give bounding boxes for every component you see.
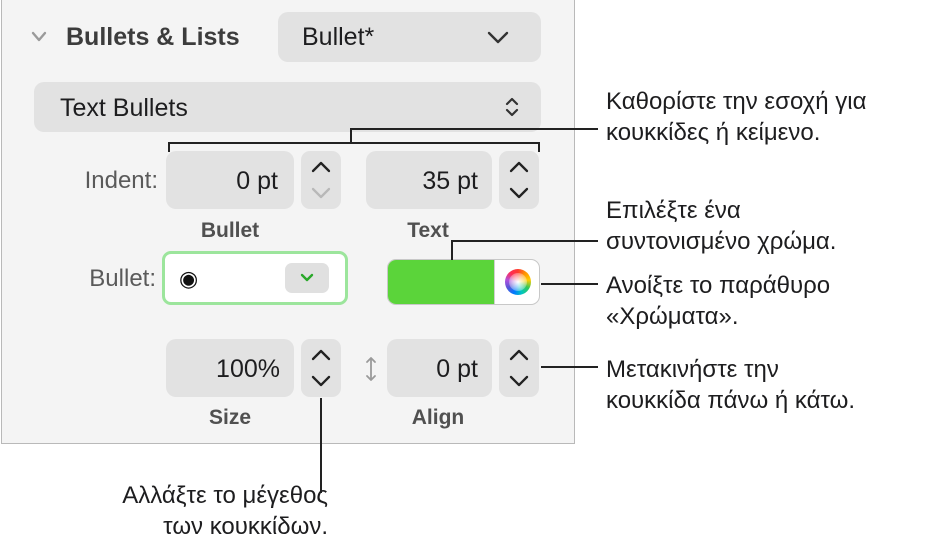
indent-bracket	[168, 142, 540, 144]
size-callout-line2: των κουκκίδων.	[163, 513, 328, 540]
bullet-size-value: 100%	[216, 355, 280, 383]
bullet-type-popup[interactable]: Text Bullets	[34, 82, 541, 132]
divider	[494, 260, 495, 304]
bullet-size-caption: Size	[208, 406, 252, 429]
list-style-popup[interactable]: Bullet*	[278, 12, 541, 62]
align-callout: Μετακινήστε την κουκκίδα πάνω ή κάτω.	[606, 354, 855, 416]
vertical-arrows-icon	[366, 357, 376, 381]
bullet-indent-value: 0 pt	[236, 167, 278, 195]
indent-callout-line2: κουκκίδες ή κείμενο.	[606, 119, 821, 146]
indent-label: Indent:	[84, 167, 158, 194]
size-callout-line1: Αλλάξτε το μέγεθος	[122, 482, 328, 509]
text-indent-stepper[interactable]	[499, 151, 539, 209]
wheel-callout: Ανοίξτε το παράθυρο «Χρώματα».	[606, 270, 830, 332]
text-indent-field[interactable]: 35 pt	[366, 151, 492, 209]
wheel-callout-line2: «Χρώματα».	[606, 303, 739, 330]
bullet-type-value: Text Bullets	[60, 94, 188, 122]
color-callout-line1: Επιλέξτε ένα	[606, 197, 741, 224]
align-callout-line1: Μετακινήστε την	[606, 356, 779, 383]
indent-bracket-left	[168, 142, 170, 152]
bullet-align-value: 0 pt	[436, 355, 478, 383]
color-callout-stem	[451, 240, 453, 260]
indent-bracket-right	[538, 142, 540, 152]
bullet-align-field[interactable]: 0 pt	[387, 339, 492, 397]
section-title: Bullets & Lists	[66, 23, 240, 51]
color-control	[387, 259, 540, 305]
color-callout-line	[451, 240, 598, 242]
stepper-arrows-icon	[311, 161, 331, 199]
color-callout: Επιλέξτε ένα συντονισμένο χρώμα.	[606, 195, 836, 257]
chevron-down-icon	[300, 273, 314, 282]
color-swatch[interactable]	[388, 260, 494, 304]
bullet-label: Bullet:	[89, 265, 156, 292]
stepper-arrows-icon	[509, 349, 529, 387]
text-indent-value: 35 pt	[422, 167, 478, 195]
bullet-align-stepper[interactable]	[499, 339, 539, 397]
bullet-glyph-menu-button[interactable]	[285, 263, 329, 293]
color-wheel-icon[interactable]	[505, 269, 531, 295]
indent-bracket-stem	[350, 128, 352, 143]
align-callout-line2: κουκκίδα πάνω ή κάτω.	[606, 387, 856, 414]
wheel-callout-line1: Ανοίξτε το παράθυρο	[606, 272, 831, 299]
indent-callout-line	[350, 128, 598, 130]
bullet-glyph: ◉	[179, 266, 199, 291]
bullet-indent-caption: Bullet	[200, 219, 260, 242]
bullet-size-stepper[interactable]	[301, 339, 341, 397]
size-callout-line	[320, 398, 322, 493]
bullet-indent-stepper[interactable]	[301, 151, 341, 209]
bullet-align-caption: Align	[411, 406, 465, 429]
bullet-glyph-field[interactable]: ◉	[162, 251, 348, 305]
indent-callout-line1: Καθορίστε την εσοχή για	[606, 88, 867, 115]
indent-callout: Καθορίστε την εσοχή για κουκκίδες ή κείμ…	[606, 86, 866, 148]
size-callout: Αλλάξτε το μέγεθος των κουκκίδων.	[40, 480, 328, 542]
up-down-chevron-icon	[505, 97, 519, 117]
stepper-arrows-icon	[509, 161, 529, 199]
bullet-indent-field[interactable]: 0 pt	[166, 151, 294, 209]
list-style-value: Bullet*	[302, 23, 375, 51]
chevron-down-icon	[487, 31, 509, 44]
wheel-callout-line	[541, 283, 598, 285]
align-callout-line	[541, 366, 598, 368]
stepper-arrows-icon	[311, 349, 331, 387]
bullet-size-field[interactable]: 100%	[166, 339, 294, 397]
collapse-chevron-icon[interactable]	[30, 30, 48, 44]
color-callout-line2: συντονισμένο χρώμα.	[606, 228, 837, 255]
